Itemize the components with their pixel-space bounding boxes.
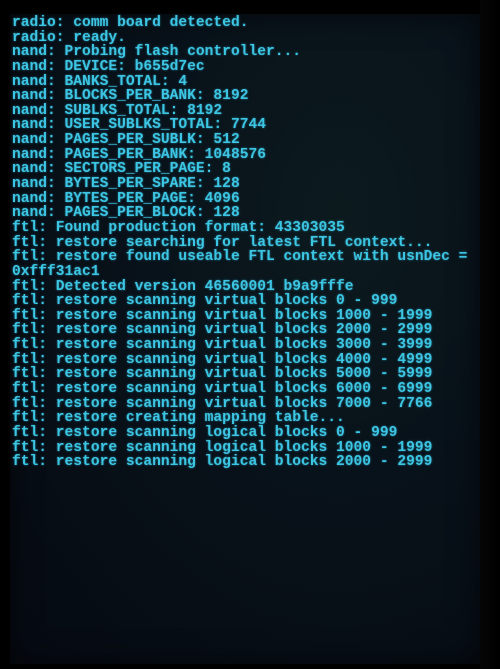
console-line: ftl: Detected version 46560001 b9a9fffe [12,278,354,295]
console-line: nand: DEVICE: b655d7ec [12,58,205,75]
console-line: ftl: restore found useable FTL context w… [12,249,468,266]
console-line: ftl: restore scanning virtual blocks 300… [12,337,433,354]
console-line: ftl: restore creating mapping table... [12,410,345,427]
console-line: ftl: restore scanning logical blocks 0 -… [12,424,398,441]
console-line: ftl: restore scanning logical blocks 200… [12,454,433,471]
console-line: ftl: restore scanning virtual blocks 0 -… [12,293,398,310]
console-line: nand: SECTORS_PER_PAGE: 8 [12,161,231,178]
console-line: nand: PAGES_PER_BLOCK: 128 [12,205,240,222]
console-line: nand: USER_SUBLKS_TOTAL: 7744 [12,117,266,134]
device-bezel [480,0,500,669]
console-line: nand: BLOCKS_PER_BANK: 8192 [12,88,249,105]
console-line: 0xfff31ac1 [12,263,100,280]
console-line: nand: PAGES_PER_SUBLK: 512 [12,132,240,149]
console-line: ftl: Found production format: 43303035 [12,219,345,236]
console-line: ftl: restore scanning virtual blocks 600… [12,381,433,398]
console-line: ftl: restore scanning virtual blocks 200… [12,322,433,339]
console-line: ftl: restore scanning virtual blocks 500… [12,366,433,383]
console-line: nand: BANKS_TOTAL: 4 [12,73,188,90]
console-line: nand: BYTES_PER_SPARE: 128 [12,176,240,193]
console-line: radio: comm board detected. [12,15,249,31]
boot-console-log: radio: comm board detected. radio: ready.… [12,16,467,470]
console-line: nand: Probing flash controller... [12,44,302,61]
